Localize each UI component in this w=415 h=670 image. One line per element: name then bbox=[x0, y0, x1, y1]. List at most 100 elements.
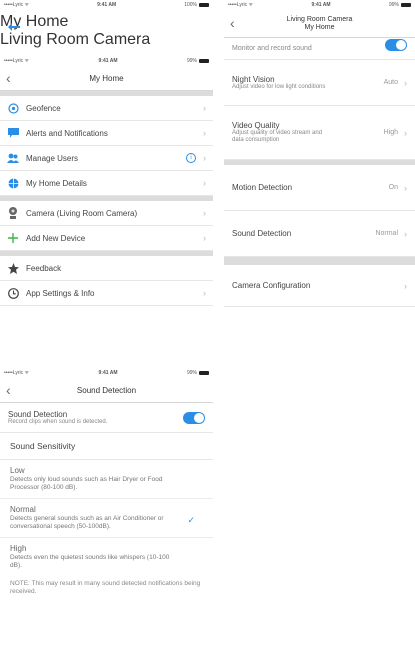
setting-title: Night Vision bbox=[232, 74, 275, 84]
chevron-right-icon: › bbox=[404, 228, 407, 239]
my-home-screen: •••••Lyric ᯤ 9:41 AM 99% ‹ My Home Geofe… bbox=[0, 55, 213, 345]
sensitivity-option-normal[interactable]: Normal Detects general sounds such as an… bbox=[0, 499, 213, 538]
menu-label: Camera (Living Room Camera) bbox=[26, 208, 138, 218]
time-label: 9:41 AM bbox=[311, 2, 331, 8]
toggle-title: Sound Detection bbox=[8, 409, 68, 419]
battery-label: 99% bbox=[389, 2, 411, 8]
globe-icon bbox=[7, 177, 19, 189]
page-subtitle: Living Room Camera bbox=[0, 31, 151, 48]
section-header: Sound Sensitivity bbox=[0, 433, 213, 460]
setting-value: Auto bbox=[383, 79, 398, 86]
status-bar: •••••Lyric ᯤ 9:41 AM 99% bbox=[0, 55, 213, 67]
nav-subtitle: My Home bbox=[304, 23, 335, 31]
battery-icon bbox=[199, 58, 209, 63]
monitor-sound-row: Monitor and record sound bbox=[224, 38, 415, 60]
chevron-right-icon: › bbox=[203, 208, 206, 218]
chevron-right-icon: › bbox=[404, 182, 407, 193]
setting-description: Adjust video for low light conditions bbox=[232, 83, 326, 90]
info-icon[interactable]: i bbox=[186, 153, 196, 163]
menu-item-add-device[interactable]: Add New Device › bbox=[0, 226, 213, 251]
time-label: 9:41 AM bbox=[98, 370, 118, 376]
carrier-label: •••••Lyric ᯤ bbox=[4, 370, 30, 376]
sensitivity-option-high[interactable]: High Detects even the quietest sounds li… bbox=[0, 538, 213, 576]
sound-detection-toggle[interactable] bbox=[183, 411, 205, 424]
status-bar: •••••Lyric ᯤ 9:41 AM 99% bbox=[224, 0, 415, 10]
motion-detection-row[interactable]: Motion Detection On › bbox=[224, 165, 415, 211]
page-title: My Home bbox=[0, 13, 69, 30]
chat-icon bbox=[7, 127, 19, 139]
back-chevron-icon[interactable]: ‹ bbox=[6, 383, 11, 397]
section-separator bbox=[224, 257, 415, 265]
chevron-right-icon: › bbox=[404, 77, 407, 88]
chevron-right-icon: › bbox=[203, 288, 206, 298]
menu-label: Manage Users bbox=[26, 153, 79, 163]
setting-value: High bbox=[383, 129, 398, 136]
time-label: 9:41 AM bbox=[97, 2, 117, 8]
option-description: Detects only loud sounds such as Hair Dr… bbox=[10, 476, 163, 491]
night-vision-row[interactable]: Night Vision Adjust video for low light … bbox=[224, 60, 415, 106]
menu-item-feedback[interactable]: Feedback bbox=[0, 256, 213, 281]
checkmark-icon: ✓ bbox=[187, 515, 195, 525]
battery-icon bbox=[199, 2, 209, 7]
plus-icon bbox=[7, 232, 19, 244]
chevron-right-icon: › bbox=[203, 178, 206, 188]
geofence-icon bbox=[7, 102, 19, 114]
users-icon bbox=[7, 152, 19, 164]
menu-item-manage-users[interactable]: Manage Users i › bbox=[0, 146, 213, 171]
option-description: Detects general sounds such as an Air Co… bbox=[10, 515, 164, 530]
sound-detection-row[interactable]: Sound Detection Normal › bbox=[224, 211, 415, 257]
camera-configuration-row[interactable]: Camera Configuration › bbox=[224, 265, 415, 307]
camera-settings-screen: •••••Lyric ᯤ 9:41 AM 99% ‹ Living Room C… bbox=[224, 0, 415, 345]
video-quality-row[interactable]: Video Quality Adjust quality of video st… bbox=[224, 106, 415, 160]
menu-item-home-details[interactable]: My Home Details › bbox=[0, 171, 213, 196]
setting-title: Camera Configuration bbox=[232, 281, 311, 290]
option-title: Low bbox=[10, 466, 25, 475]
setting-description: Adjust quality of video stream and data … bbox=[232, 130, 323, 143]
nav-bar: ‹ Living Room Camera My Home bbox=[224, 10, 415, 38]
chevron-right-icon: › bbox=[404, 127, 407, 138]
setting-value: On bbox=[388, 184, 398, 191]
toggle-description: Record clips when sound is detected. bbox=[8, 418, 108, 425]
menu-label: Alerts and Notifications bbox=[26, 128, 108, 138]
top-navbar: My Home Living Room Camera bbox=[0, 10, 213, 48]
nav-bar: ‹ Sound Detection bbox=[0, 379, 213, 403]
chevron-right-icon: › bbox=[203, 233, 206, 243]
chevron-right-icon: › bbox=[203, 103, 206, 113]
carrier-label: •••••Lyric ᯤ bbox=[4, 2, 30, 8]
sensitivity-option-low[interactable]: Low Detects only loud sounds such as Hai… bbox=[0, 460, 213, 499]
clock-icon bbox=[7, 287, 19, 299]
menu-item-camera[interactable]: Camera (Living Room Camera) › bbox=[0, 201, 213, 226]
nav-bar: ‹ My Home bbox=[0, 67, 213, 91]
chevron-right-icon: › bbox=[203, 128, 206, 138]
menu-label: Geofence bbox=[26, 103, 61, 113]
menu-item-geofence[interactable]: Geofence › bbox=[0, 96, 213, 121]
monitor-sound-text: Monitor and record sound bbox=[232, 45, 312, 52]
battery-label: 100% bbox=[184, 2, 209, 8]
battery-icon bbox=[401, 2, 411, 7]
menu-label: My Home Details bbox=[26, 178, 87, 188]
nav-title: Living Room Camera bbox=[286, 15, 353, 23]
chevron-right-icon: › bbox=[203, 153, 206, 163]
menu-label: Feedback bbox=[26, 263, 62, 273]
battery-icon bbox=[199, 370, 209, 375]
setting-title: Video Quality bbox=[232, 121, 280, 130]
sound-detection-screen: •••••Lyric ᯤ 9:41 AM 99% ‹ Sound Detecti… bbox=[0, 367, 213, 670]
back-chevron-icon[interactable]: ‹ bbox=[6, 71, 11, 85]
menu-label: App Settings & Info bbox=[26, 288, 95, 298]
setting-value: Normal bbox=[375, 230, 398, 237]
time-label: 9:41 AM bbox=[98, 58, 118, 64]
carrier-label: •••••Lyric ᯤ bbox=[228, 2, 254, 8]
menu-item-alerts[interactable]: Alerts and Notifications › bbox=[0, 121, 213, 146]
option-title: High bbox=[10, 544, 27, 553]
menu-item-app-settings[interactable]: App Settings & Info › bbox=[0, 281, 213, 306]
status-bar: •••••Lyric ᯤ 9:41 AM 100% bbox=[0, 0, 213, 10]
carrier-label: •••••Lyric ᯤ bbox=[4, 58, 30, 64]
camera-icon bbox=[7, 207, 19, 219]
monitor-sound-toggle[interactable] bbox=[385, 38, 407, 51]
back-arrow-icon[interactable] bbox=[8, 18, 20, 36]
back-chevron-icon[interactable]: ‹ bbox=[230, 16, 235, 30]
option-title: Normal bbox=[10, 505, 36, 514]
nav-title: Sound Detection bbox=[76, 386, 137, 395]
battery-label: 99% bbox=[187, 370, 209, 376]
top-strip-panel: •••••Lyric ᯤ 9:41 AM 100% My Home Living… bbox=[0, 0, 213, 52]
